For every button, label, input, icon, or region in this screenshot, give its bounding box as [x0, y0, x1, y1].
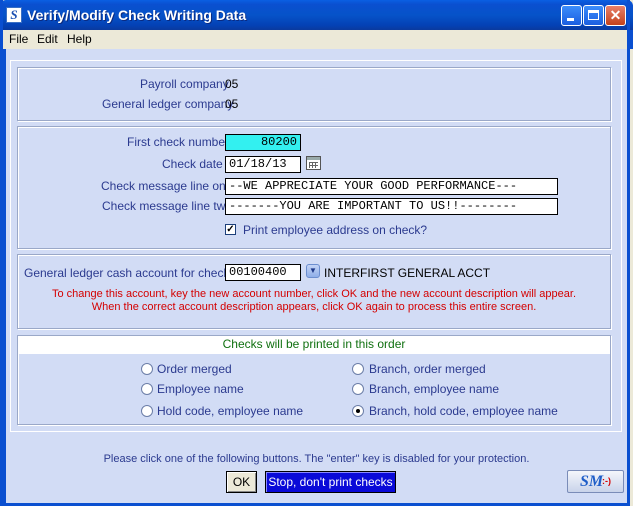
option-order-merged-label: Order merged [157, 362, 232, 376]
app-icon: S [6, 7, 22, 23]
cash-account-field[interactable]: 00100400 [225, 264, 301, 281]
message-two-label: Check message line two [102, 199, 233, 213]
cash-account-description: INTERFIRST GENERAL ACCT [324, 266, 491, 280]
account-note-line-two: When the correct account description app… [91, 301, 537, 313]
minimize-icon [567, 18, 574, 21]
menu-file[interactable]: File [9, 32, 28, 46]
option-branch-hold-code-employee-name-label: Branch, hold code, employee name [369, 404, 558, 418]
check-date-label: Check date [162, 157, 223, 171]
gl-company-label: General ledger company [102, 97, 234, 111]
first-check-field[interactable]: 80200 [225, 134, 301, 151]
maximize-button[interactable] [583, 5, 604, 26]
message-one-field[interactable]: --WE APPRECIATE YOUR GOOD PERFORMANCE--- [225, 178, 558, 195]
maximize-icon [588, 10, 599, 20]
smiley-icon: :-) [602, 476, 611, 486]
company-group [17, 67, 611, 121]
footer-instructions: Please click one of the following button… [103, 453, 530, 465]
message-two-field[interactable]: -------YOU ARE IMPORTANT TO US!!-------- [225, 198, 558, 215]
minimize-button[interactable] [561, 5, 582, 26]
account-note-line-one: To change this account, key the new acco… [51, 288, 577, 300]
option-branch-order-merged-label: Branch, order merged [369, 362, 486, 376]
window-title: Verify/Modify Check Writing Data [27, 7, 247, 23]
first-check-label: First check number [127, 135, 230, 149]
print-address-checkbox[interactable]: ✓ [225, 224, 236, 235]
chevron-down-icon: ▼ [309, 266, 317, 275]
option-hold-code-employee-name-label: Hold code, employee name [157, 404, 304, 418]
menu-bar: File Edit Help [0, 30, 633, 49]
stop-button[interactable]: Stop, don't print checks [265, 471, 396, 493]
radio-branch-hold-code-employee-name[interactable] [352, 405, 364, 417]
cash-account-label: General ledger cash account for checks [24, 266, 236, 280]
print-order-header: Checks will be printed in this order [18, 336, 610, 354]
sm-logo-text: SM [580, 473, 604, 490]
close-icon: ✕ [609, 7, 622, 23]
message-one-label: Check message line one [101, 179, 233, 193]
radio-order-merged[interactable] [141, 363, 153, 375]
title-bar[interactable]: S Verify/Modify Check Writing Data ✕ [0, 0, 633, 30]
sm-logo-button[interactable]: SM :-) [567, 470, 624, 493]
option-branch-employee-name-label: Branch, employee name [369, 382, 500, 396]
close-button[interactable]: ✕ [605, 5, 626, 26]
calendar-icon[interactable] [306, 156, 321, 170]
radio-branch-employee-name[interactable] [352, 383, 364, 395]
option-employee-name-label: Employee name [157, 382, 244, 396]
gl-company-value: 05 [225, 97, 239, 111]
ok-button[interactable]: OK [226, 471, 257, 493]
radio-branch-order-merged[interactable] [352, 363, 364, 375]
menu-edit[interactable]: Edit [37, 32, 58, 46]
payroll-company-value: 05 [225, 77, 239, 91]
payroll-company-label: Payroll company [140, 77, 229, 91]
print-address-label: Print employee address on check? [243, 223, 428, 237]
menu-help[interactable]: Help [67, 32, 92, 46]
radio-employee-name[interactable] [141, 383, 153, 395]
account-lookup-button[interactable]: ▼ [306, 264, 320, 278]
radio-hold-code-employee-name[interactable] [141, 405, 153, 417]
check-date-field[interactable]: 01/18/13 [225, 156, 301, 173]
